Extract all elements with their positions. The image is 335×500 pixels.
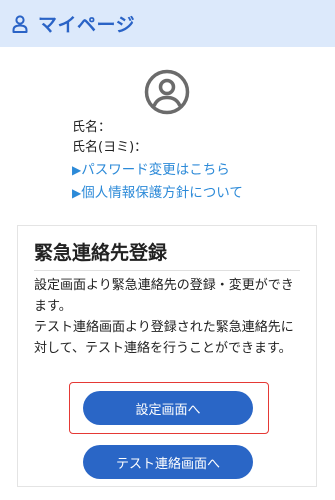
card-title: 緊急連絡先登録 xyxy=(34,242,168,264)
password-change-link-label: パスワード変更はこちら xyxy=(81,162,230,178)
privacy-policy-link[interactable]: ▶個人情報保護方針について xyxy=(72,184,243,202)
my-page: マイページ 氏名： 氏名(ヨミ)： ▶パスワード変更はこちら ▶個人情報保護方針… xyxy=(0,0,335,500)
triangle-right-icon: ▶ xyxy=(72,186,82,200)
kana-name-label: 氏名(ヨミ)： xyxy=(72,140,148,155)
user-circle-icon xyxy=(144,69,190,115)
card-divider xyxy=(34,270,300,271)
card-description: 設定画面より緊急連絡先の登録・変更ができます。 テスト連絡画面より登録された緊急… xyxy=(34,275,306,359)
emergency-contact-card: 緊急連絡先登録 設定画面より緊急連絡先の登録・変更ができます。 テスト連絡画面よ… xyxy=(17,225,317,487)
profile-section: 氏名： 氏名(ヨミ)： ▶パスワード変更はこちら ▶個人情報保護方針について xyxy=(0,47,335,227)
password-change-link[interactable]: ▶パスワード変更はこちら xyxy=(72,161,230,179)
page-title: マイページ xyxy=(38,14,136,36)
page-header: マイページ xyxy=(0,0,335,47)
name-row: 氏名： xyxy=(72,119,111,137)
settings-screen-button[interactable]: 設定画面へ xyxy=(83,391,253,425)
privacy-policy-link-label: 個人情報保護方針について xyxy=(81,185,243,201)
user-icon xyxy=(12,14,30,34)
name-label: 氏名： xyxy=(72,120,112,135)
test-contact-screen-button[interactable]: テスト連絡画面へ xyxy=(83,445,253,479)
kana-name-row: 氏名(ヨミ)： xyxy=(72,139,147,157)
description-test: テスト連絡画面より登録された緊急連絡先に対して、テスト連絡を行うことができます。 xyxy=(34,320,294,356)
triangle-right-icon: ▶ xyxy=(72,163,82,177)
description-settings: 設定画面より緊急連絡先の登録・変更ができます。 xyxy=(34,278,294,314)
